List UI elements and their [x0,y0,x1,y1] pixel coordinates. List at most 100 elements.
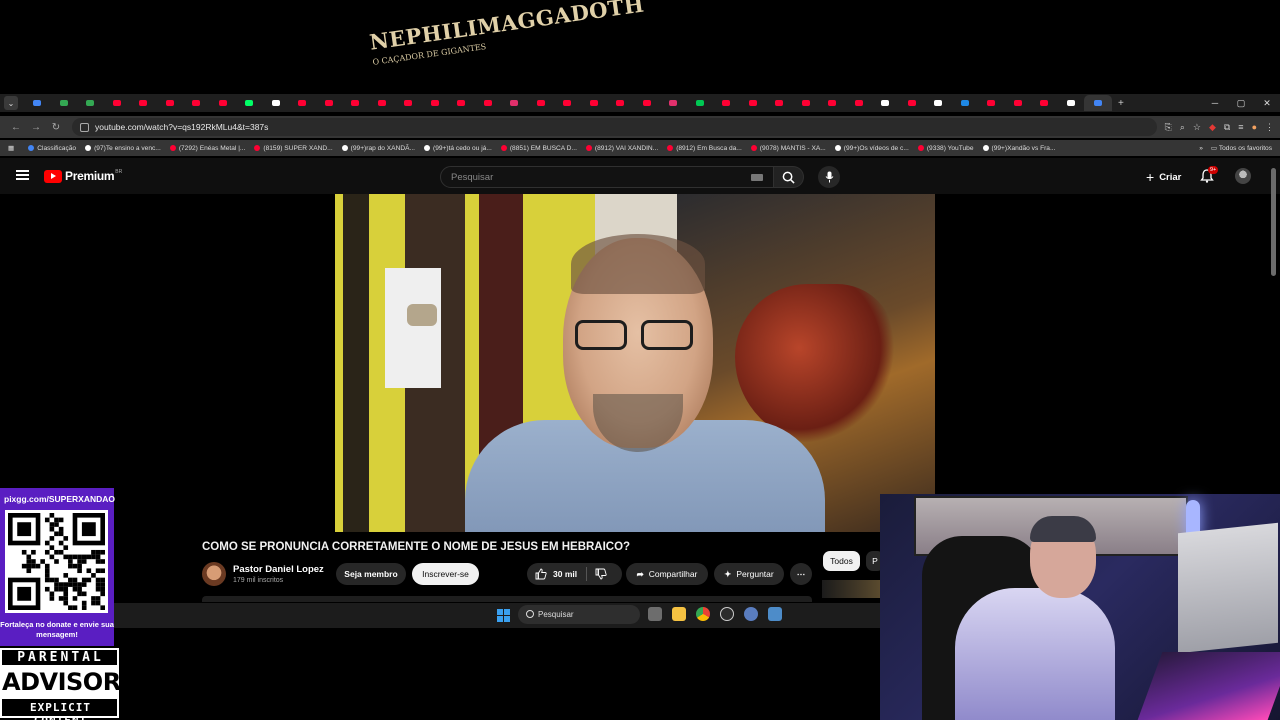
keyboard-icon[interactable] [751,174,763,181]
bookmark-item[interactable]: (99+)rap do XANDÃ... [341,145,415,152]
maximize-button[interactable]: ▢ [1228,98,1254,109]
page-scrollbar[interactable] [1271,168,1276,276]
browser-tab[interactable] [1005,95,1032,111]
share-button[interactable]: ➦ Compartilhar [626,563,708,585]
browser-tab[interactable] [263,95,290,111]
thumbs-down-icon[interactable] [595,568,607,580]
search-button[interactable] [774,166,804,188]
voice-search-button[interactable] [818,166,840,188]
bookmark-item[interactable]: Classificação [28,145,76,152]
video-player[interactable] [335,194,935,532]
browser-tab[interactable] [1084,95,1112,111]
browser-tab[interactable] [77,95,104,111]
browser-tab[interactable] [899,95,926,111]
menu-icon[interactable]: ⋮ [1265,122,1274,133]
browser-tab[interactable] [952,95,979,111]
browser-tab[interactable] [607,95,634,111]
browser-tab[interactable] [766,95,793,111]
zoom-icon[interactable]: ⌕ [1180,122,1185,133]
account-avatar[interactable] [1235,168,1251,184]
browser-tab[interactable] [846,95,873,111]
youtube-logo[interactable]: Premium BR [44,169,122,183]
browser-tab[interactable] [819,95,846,111]
bookmark-item[interactable]: (7292) Enéas Metal |... [169,145,245,152]
recommended-thumbnail[interactable] [822,580,880,598]
browser-tab[interactable] [872,95,899,111]
back-button[interactable]: ← [6,122,26,133]
browser-tab[interactable] [528,95,555,111]
taskbar-search[interactable]: Pesquisar [518,605,640,624]
forward-button[interactable]: → [26,122,46,133]
more-bookmarks-icon[interactable]: » [1199,145,1203,152]
bookmark-item[interactable]: (9078) MANTIS - XA... [750,145,826,152]
task-view-icon[interactable] [648,607,662,621]
windows-start-icon[interactable] [497,609,510,622]
bookmark-item[interactable]: (99+)Xandão vs Fra... [982,145,1055,152]
bookmark-item[interactable]: (97)Te ensino a venc... [85,145,161,152]
browser-tab[interactable] [369,95,396,111]
app-circle-icon[interactable] [720,607,734,621]
hamburger-menu-icon[interactable] [16,170,29,180]
tab-search-dropdown[interactable]: ⌄ [4,96,18,110]
browser-tab[interactable] [104,95,131,111]
all-bookmarks-folder[interactable]: ▭ Todos os favoritos [1211,144,1272,152]
create-button[interactable]: + Criar [1140,166,1187,188]
browser-tab[interactable] [24,95,51,111]
site-info-icon[interactable] [80,122,89,132]
browser-tab[interactable] [660,95,687,111]
reload-button[interactable]: ↻ [46,122,66,133]
browser-tab[interactable] [183,95,210,111]
browser-tab[interactable] [925,95,952,111]
browser-tab[interactable] [1058,95,1085,111]
search-input[interactable]: Pesquisar [440,166,774,188]
like-button[interactable]: 30 mil [527,563,622,585]
browser-tab[interactable] [475,95,502,111]
browser-tab[interactable] [210,95,237,111]
browser-tab[interactable] [793,95,820,111]
browser-tab[interactable] [634,95,661,111]
profile-icon[interactable]: ● [1252,122,1257,133]
chip-all[interactable]: Todos [823,551,860,571]
join-membership-button[interactable]: Seja membro [336,563,406,585]
close-window-button[interactable]: ✕ [1254,98,1280,109]
extension-red-icon[interactable]: ◆ [1209,122,1216,133]
browser-tab[interactable] [581,95,608,111]
browser-tab[interactable] [1031,95,1058,111]
bookmark-item[interactable]: (8159) SUPER XAND... [254,145,333,152]
bookmark-item[interactable]: (99+)Os vídeos de c... [834,145,909,152]
extensions-icon[interactable]: ⧉ [1224,122,1230,133]
more-actions-button[interactable]: ⋯ [790,563,812,585]
browser-tab[interactable] [289,95,316,111]
file-explorer-icon[interactable] [672,607,686,621]
settings-icon[interactable] [744,607,758,621]
browser-tab[interactable] [740,95,767,111]
browser-tab[interactable] [51,95,78,111]
steam-icon[interactable] [768,607,782,621]
browser-tab[interactable] [342,95,369,111]
browser-tab[interactable] [395,95,422,111]
install-icon[interactable]: ⎘ [1165,122,1172,133]
bookmark-item[interactable]: (99+)tá cedo ou já... [424,145,492,152]
browser-tab[interactable] [157,95,184,111]
browser-tab[interactable] [713,95,740,111]
apps-icon[interactable]: ▦ [8,144,14,152]
browser-tab[interactable] [554,95,581,111]
browser-tab[interactable] [501,95,528,111]
ask-button[interactable]: ✦ Perguntar [714,563,784,585]
browser-tab[interactable] [422,95,449,111]
url-field[interactable]: youtube.com/watch?v=qs192RkMLu4&t=387s [72,118,1157,136]
new-tab-button[interactable]: + [1118,98,1124,109]
bookmark-item[interactable]: (8912) Em Busca da... [667,145,742,152]
media-icon[interactable]: ≡ [1238,122,1243,133]
channel-avatar[interactable] [202,562,226,586]
minimize-button[interactable]: ─ [1202,98,1228,109]
description-box[interactable] [202,596,812,602]
channel-name[interactable]: Pastor Daniel Lopez [233,564,324,575]
browser-tab[interactable] [687,95,714,111]
browser-tab[interactable] [448,95,475,111]
bookmark-item[interactable]: (9338) YouTube [917,145,974,152]
browser-tab[interactable] [316,95,343,111]
browser-tab[interactable] [236,95,263,111]
chrome-icon[interactable] [696,607,710,621]
bookmark-item[interactable]: (8912) VAI XANDIN... [585,145,658,152]
